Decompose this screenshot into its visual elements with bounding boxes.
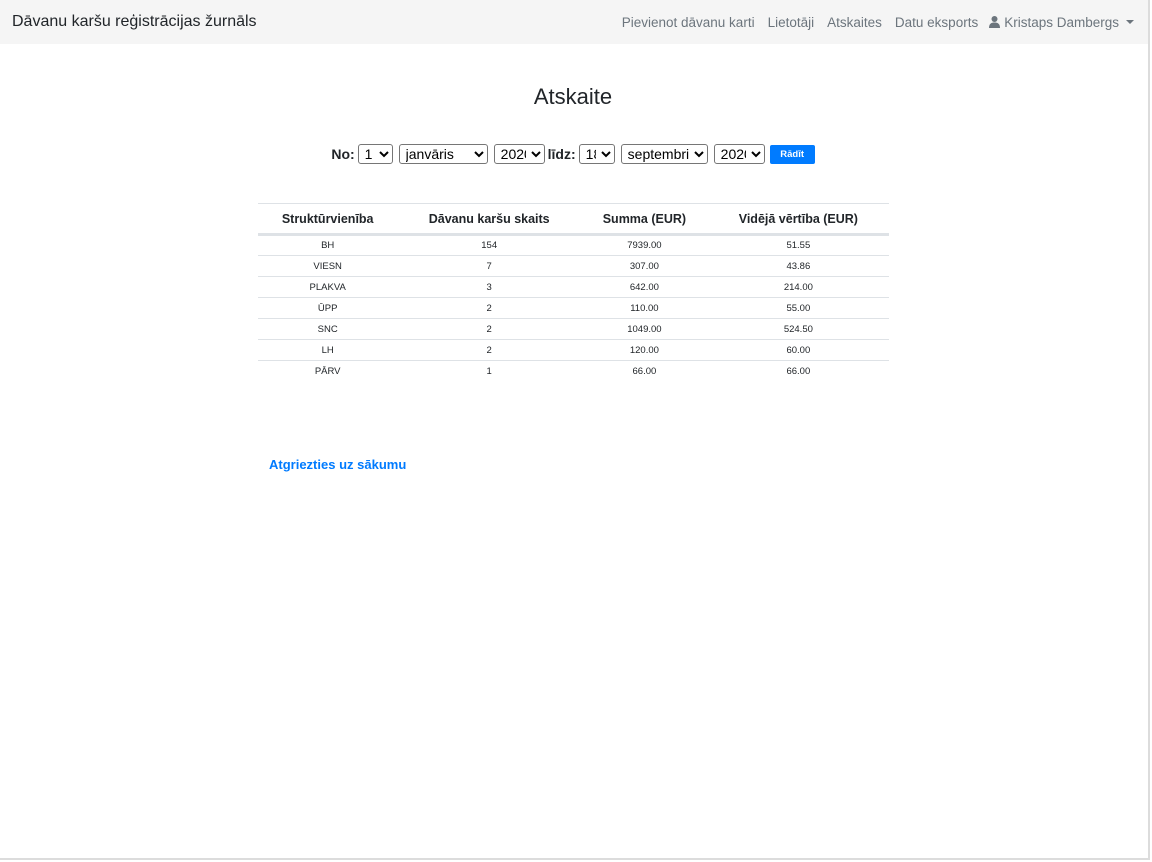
table-cell: 51.55: [707, 234, 889, 256]
table-cell: 1: [486, 365, 492, 377]
table-row: LH 2 120.00 60.00: [258, 339, 889, 361]
caret-down-icon: [1126, 20, 1134, 24]
table-cell: 307.00: [581, 255, 708, 277]
table-cell: 154: [397, 234, 582, 256]
table-cell: 66.00: [786, 365, 811, 377]
table-row: VIESN 7 307.00 43.86: [258, 255, 889, 277]
table-cell: 7: [397, 255, 582, 277]
column-header: Dāvanu karšu skaits: [397, 203, 582, 236]
table-cell: 55.00: [707, 297, 889, 319]
column-header: Summa (EUR): [581, 203, 708, 236]
table-row: PĀRV 1 66.00 66.00: [258, 361, 889, 382]
table-cell: 214.00: [707, 276, 889, 298]
app-window: Dāvanu karšu reģistrācijas žurnāls Pievi…: [0, 0, 1150, 860]
show-button[interactable]: Rādīt: [769, 144, 815, 164]
back-to-home-link[interactable]: Atgriezties uz sākumu: [269, 457, 406, 472]
table-cell: 642.00: [581, 276, 708, 298]
user-name: Kristaps Dambergs: [1004, 14, 1119, 30]
table-cell: 7939.00: [581, 234, 708, 256]
table-row: BH 154 7939.00 51.55: [258, 234, 889, 256]
table-cell: SNC: [258, 318, 398, 340]
table-cell: 2: [397, 297, 582, 319]
column-header: Vidējā vērtība (EUR): [707, 203, 889, 236]
from-month-select[interactable]: janvāris: [398, 144, 488, 164]
table-row: SNC 2 1049.00 524.50: [258, 318, 889, 340]
table-cell: 3: [397, 276, 582, 298]
from-year-select[interactable]: 2020: [493, 144, 545, 164]
table-cell: 110.00: [581, 297, 708, 319]
date-filter: No: 1 janvāris 2020 līdz: 18 septembris …: [0, 144, 1146, 164]
table-cell: 2: [397, 339, 582, 361]
to-day-select[interactable]: 18: [578, 144, 615, 164]
table-cell: 1049.00: [581, 318, 708, 340]
report-table: Struktūrvienība Dāvanu karšu skaits Summ…: [258, 203, 889, 382]
table-header-row: Struktūrvienība Dāvanu karšu skaits Summ…: [258, 203, 889, 236]
nav-menu: Pievienot dāvanu karti Lietotāji Atskait…: [609, 15, 1134, 30]
table-cell: BH: [258, 234, 398, 256]
table-row: ŪPP 2 110.00 55.00: [258, 297, 889, 319]
column-header: Struktūrvienība: [258, 203, 398, 236]
nav-users[interactable]: Lietotāji: [768, 15, 815, 30]
table-cell: 524.50: [707, 318, 889, 340]
table-cell: PLAKVA: [258, 276, 398, 298]
table-cell: ŪPP: [258, 297, 398, 319]
to-month-select[interactable]: septembris: [620, 144, 708, 164]
page-title: Atskaite: [533, 84, 613, 109]
to-label: līdz:: [547, 146, 576, 162]
user-icon: [989, 16, 1001, 28]
navbar: Dāvanu karšu reģistrācijas žurnāls Pievi…: [0, 0, 1148, 44]
table-cell: 43.86: [707, 255, 889, 277]
nav-data-export[interactable]: Datu eksports: [895, 15, 978, 30]
brand-link[interactable]: Dāvanu karšu reģistrācijas žurnāls: [12, 13, 257, 31]
table-cell: LH: [258, 339, 398, 361]
nav-reports[interactable]: Atskaites: [827, 15, 882, 30]
user-menu[interactable]: Kristaps Dambergs: [989, 15, 1134, 30]
table-cell: 120.00: [581, 339, 708, 361]
to-year-select[interactable]: 2020: [713, 144, 765, 164]
table-cell: 2: [397, 318, 582, 340]
from-day-select[interactable]: 1: [357, 144, 393, 164]
table-cell: PĀRV: [314, 365, 341, 377]
nav-add-gift-card[interactable]: Pievienot dāvanu karti: [622, 15, 755, 30]
table-cell: VIESN: [258, 255, 398, 277]
table-row: PLAKVA 3 642.00 214.00: [258, 276, 889, 298]
table-cell: 60.00: [707, 339, 889, 361]
table-cell: 66.00: [632, 365, 657, 377]
from-label: No:: [331, 146, 355, 162]
